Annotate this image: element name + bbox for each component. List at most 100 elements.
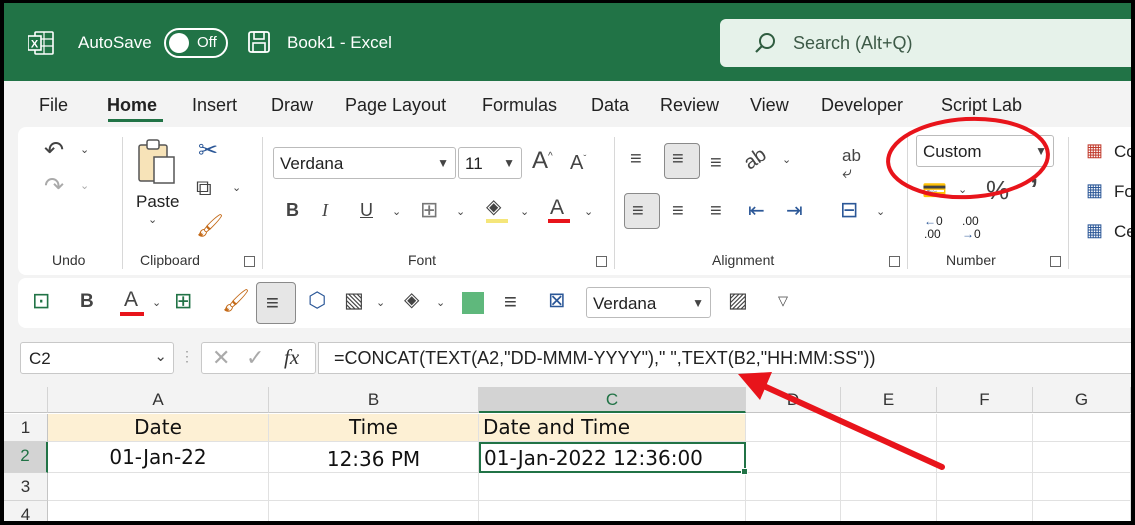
cell-g1[interactable] [1033,414,1131,442]
insert-function-icon[interactable]: fx [284,347,299,368]
increase-indent-icon[interactable]: ⇥ [786,201,803,221]
tab-page-layout[interactable]: Page Layout [345,95,446,116]
qat-paint-icon[interactable]: ▨ [728,290,748,311]
redo-icon[interactable]: ↷ [44,175,64,199]
cell-c1[interactable]: Date and Time [479,414,746,442]
qat-bold-icon[interactable]: B [80,292,94,311]
copy-dropdown-icon[interactable]: ⌄ [232,183,241,194]
merge-dropdown-icon[interactable]: ⌄ [876,207,885,218]
tab-developer[interactable]: Developer [821,95,903,116]
cell-g4[interactable] [1033,501,1131,521]
cell-f2[interactable] [937,442,1033,473]
decrease-decimal-icon[interactable]: .00 →0 [962,215,981,241]
fill-handle[interactable] [741,468,748,475]
cell-f1[interactable] [937,414,1033,442]
underline-dropdown-icon[interactable]: ⌄ [392,207,401,218]
select-all-corner[interactable] [4,387,48,413]
row-header-1[interactable]: 1 [4,414,48,442]
align-right-icon[interactable]: ≡ [710,201,722,221]
column-header-d[interactable]: D [746,387,841,413]
column-header-c[interactable]: C [479,387,746,413]
number-format-combo[interactable]: Custom ▼ [916,135,1054,167]
cell-b1[interactable]: Time [269,414,479,442]
orientation-dropdown-icon[interactable]: ⌄ [782,155,791,166]
name-box[interactable]: C2 ⌄ [20,342,174,374]
cell-b4[interactable] [269,501,479,521]
tab-review[interactable]: Review [660,95,719,116]
cell-g2[interactable] [1033,442,1131,473]
delete-cells-icon[interactable]: ⊠ [548,290,566,311]
cell-e4[interactable] [841,501,937,521]
font-size-combo[interactable]: 11 ▼ [458,147,522,179]
number-launcher-icon[interactable] [1050,256,1061,267]
enter-icon[interactable]: ✓ [246,347,264,369]
3d-cube-icon[interactable]: ⬡ [308,290,326,311]
paste-label[interactable]: Paste [136,193,179,210]
cell-d3[interactable] [746,473,841,501]
cell-a1[interactable]: Date [48,414,269,442]
percent-style-icon[interactable]: % [986,177,1009,203]
format-as-table-label[interactable]: Fo [1114,183,1131,200]
column-header-g[interactable]: G [1033,387,1131,413]
autosave-toggle[interactable]: Off [164,28,228,58]
cancel-icon[interactable]: ✕ [212,347,230,369]
tab-view[interactable]: View [750,95,789,116]
cell-styles-icon[interactable]: ▦ [1086,221,1103,239]
tab-draw[interactable]: Draw [271,95,313,116]
conditional-formatting-label[interactable]: Co [1114,143,1131,160]
align-center-icon[interactable]: ≡ [672,201,684,221]
undo-dropdown-icon[interactable]: ⌄ [80,145,89,156]
row-header-2[interactable]: 2 [4,442,48,473]
increase-decimal-icon[interactable]: ←0.00 [924,215,943,241]
decrease-indent-icon[interactable]: ⇤ [748,201,765,221]
save-icon[interactable] [247,30,271,54]
cell-f4[interactable] [937,501,1033,521]
column-header-f[interactable]: F [937,387,1033,413]
qat-font-color-dropdown-icon[interactable]: ⌄ [152,298,161,309]
border-draw-dropdown-icon[interactable]: ⌄ [376,298,385,309]
green-fill-swatch[interactable] [462,292,484,314]
insert-cells-icon[interactable]: ⊞ [174,290,192,312]
orientation-icon[interactable]: ab [740,144,771,175]
redo-dropdown-icon[interactable]: ⌄ [80,181,89,192]
paste-icon[interactable] [136,137,178,187]
font-color-dropdown-icon[interactable]: ⌄ [584,207,593,218]
increase-font-size-icon[interactable]: A^ [532,149,553,173]
qat-fill-dropdown-icon[interactable]: ⌄ [436,298,445,309]
formula-input[interactable]: =CONCAT(TEXT(A2,"DD-MMM-YYYY")," ",TEXT(… [318,342,1131,374]
accounting-dropdown-icon[interactable]: ⌄ [958,185,967,196]
format-painter-icon[interactable]: 🖌 [196,215,224,237]
drag-handle-icon[interactable]: ⋮ [180,349,194,363]
tab-data[interactable]: Data [591,95,629,116]
accounting-format-icon[interactable]: 💳 [922,181,947,201]
tab-file[interactable]: File [39,95,68,116]
cell-d1[interactable] [746,414,841,442]
cell-b2[interactable]: 12:36 PM [269,442,479,473]
alignment-launcher-icon[interactable] [889,256,900,267]
cell-e2[interactable] [841,442,937,473]
column-header-b[interactable]: B [269,387,479,413]
bold-icon[interactable]: B [286,201,299,219]
align-top-icon[interactable]: ≡ [630,149,642,169]
format-as-table-icon[interactable]: ▦ [1086,181,1103,199]
fill-color-icon[interactable]: ◈ [486,197,501,217]
qat-align-icon[interactable]: ≡ [504,291,517,313]
paste-dropdown-icon[interactable]: ⌄ [148,215,157,226]
wrap-text-icon[interactable]: ab ⤶ [842,147,861,181]
fill-color-dropdown-icon[interactable]: ⌄ [520,207,529,218]
cell-d2[interactable] [746,442,841,473]
italic-icon[interactable]: I [322,201,328,219]
row-header-3[interactable]: 3 [4,473,48,501]
font-color-icon[interactable]: A [550,197,564,218]
cell-f3[interactable] [937,473,1033,501]
undo-icon[interactable]: ↶ [44,139,64,163]
cell-d4[interactable] [746,501,841,521]
border-draw-icon[interactable]: ▧ [344,290,364,311]
align-bottom-icon[interactable]: ≡ [710,153,722,173]
cell-b3[interactable] [269,473,479,501]
new-comment-icon[interactable]: ⊡ [32,290,50,312]
column-header-a[interactable]: A [48,387,269,413]
cell-a3[interactable] [48,473,269,501]
borders-dropdown-icon[interactable]: ⌄ [456,207,465,218]
qat-fill-color-icon[interactable]: ◈ [404,290,419,310]
